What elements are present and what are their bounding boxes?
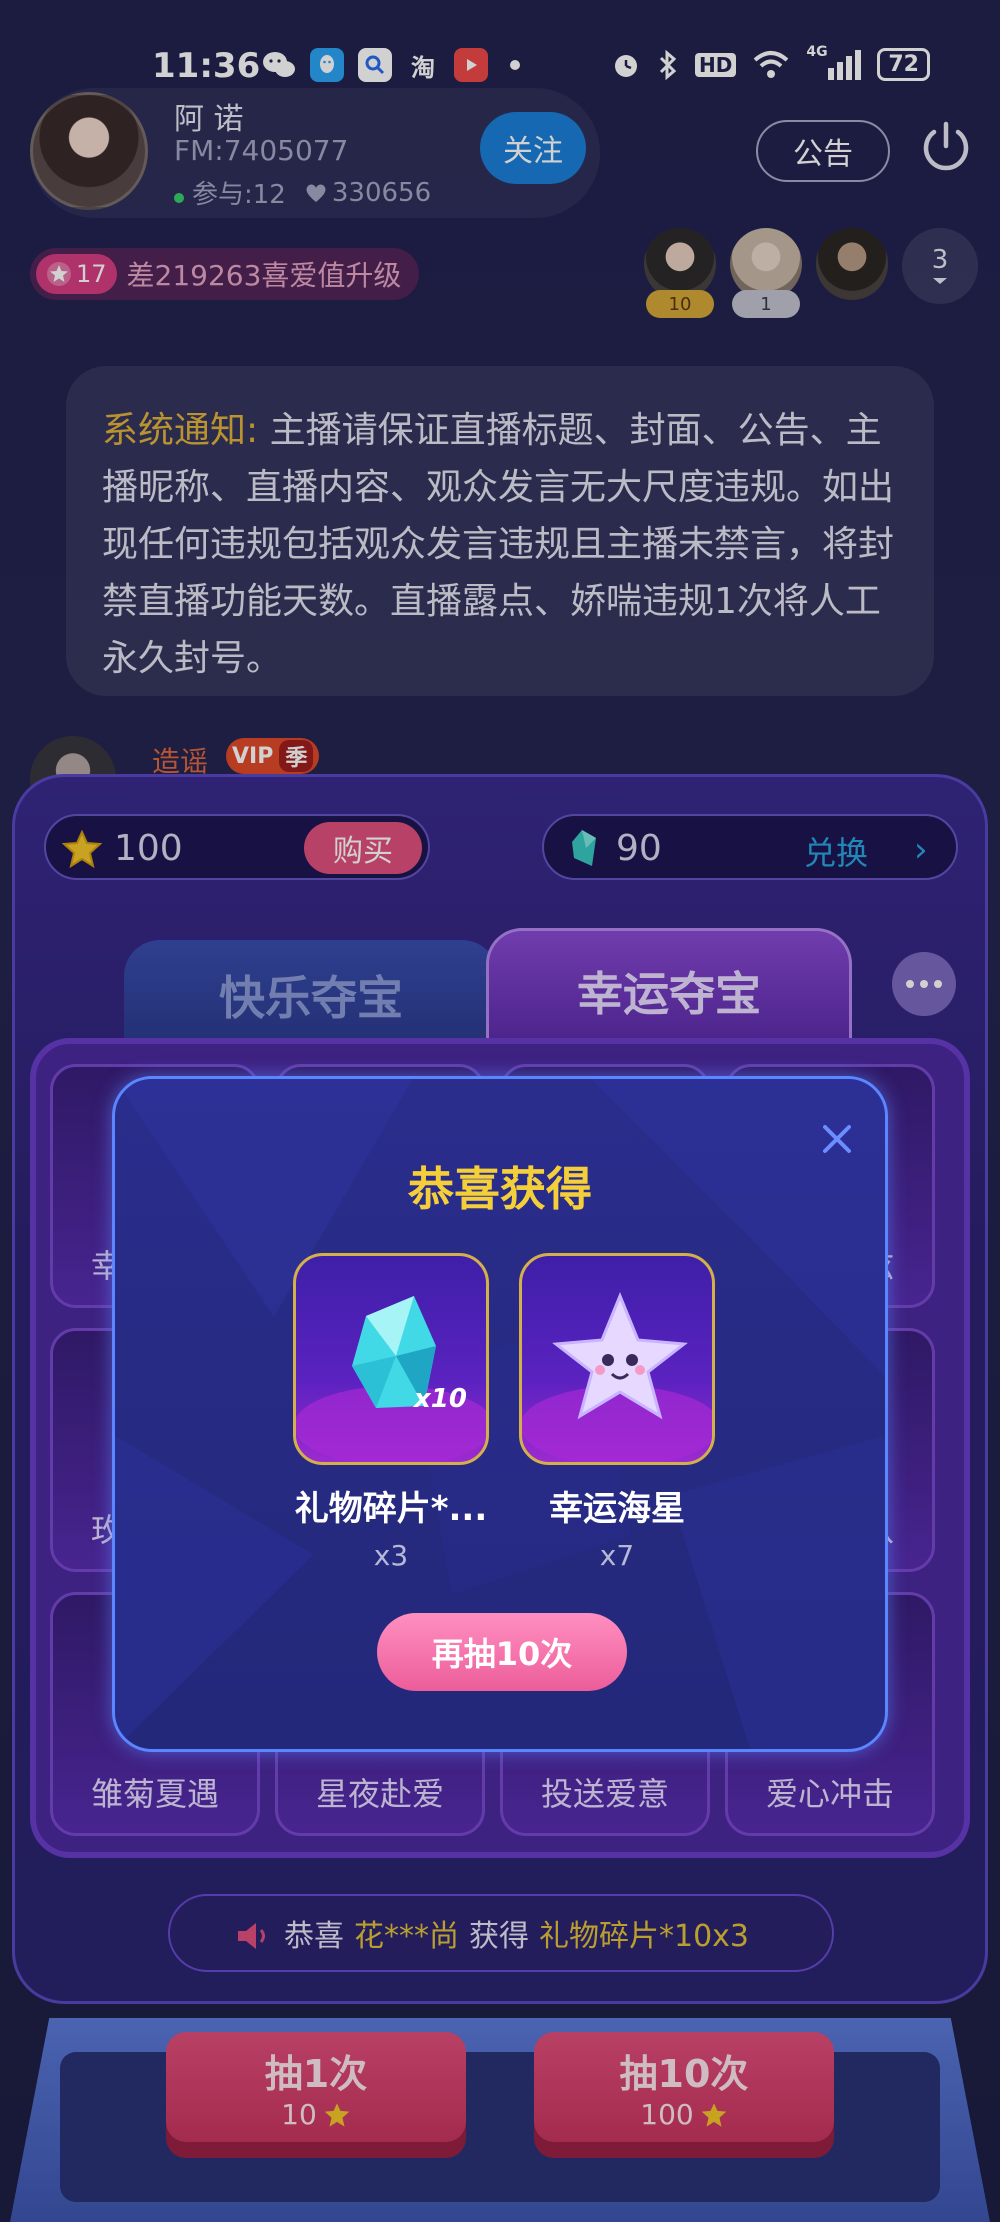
- reward-item-name: 礼物碎片*...: [294, 1489, 488, 1529]
- reward-item-qty: x3: [373, 1539, 409, 1572]
- draw-again-button[interactable]: 再抽10次: [377, 1613, 627, 1691]
- reward-item-name: 幸运海星: [549, 1489, 685, 1529]
- reward-item-qty: x7: [599, 1539, 635, 1572]
- reward-item-card: x10: [293, 1253, 489, 1465]
- modal-title: 恭喜获得: [408, 1162, 592, 1216]
- crystal-shard-icon: [296, 1296, 486, 1462]
- reward-tag: x10: [414, 1384, 467, 1414]
- reward-item-card: [519, 1253, 715, 1465]
- starfish-icon: [522, 1292, 712, 1462]
- reward-modal: 恭喜获得 x10 礼物碎片*... x3 幸运海星 x7 再抽10次: [112, 1076, 888, 1752]
